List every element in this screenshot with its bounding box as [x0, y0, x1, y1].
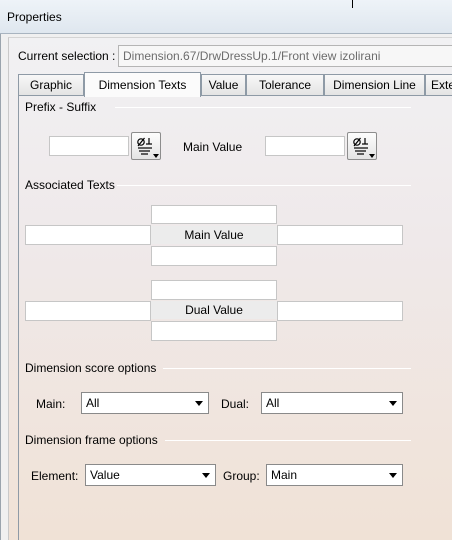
- tab-dimension-line[interactable]: Dimension Line: [324, 74, 425, 96]
- current-selection-label: Current selection :: [18, 49, 116, 63]
- associated-texts-heading: Associated Texts: [25, 178, 115, 192]
- main-value-center-label: Main Value: [151, 226, 277, 244]
- main-value-before-text[interactable]: [25, 225, 151, 245]
- suffix-symbol-button[interactable]: [347, 132, 377, 160]
- main-value-lower-text[interactable]: [151, 246, 277, 266]
- frame-group-label: Group:: [223, 469, 260, 483]
- score-main-label: Main:: [36, 397, 66, 411]
- dimension-texts-panel: Prefix - Suffix Main Value Associated Te…: [18, 96, 452, 540]
- tab-tolerance[interactable]: Tolerance: [246, 74, 324, 96]
- score-options-separator: [163, 368, 411, 369]
- frame-element-value: Value: [90, 468, 120, 482]
- dual-value-center-label: Dual Value: [151, 301, 277, 319]
- tab-graphic[interactable]: Graphic: [18, 74, 84, 96]
- score-dual-label: Dual:: [221, 397, 250, 411]
- chevron-down-icon: [389, 473, 397, 478]
- prefix-field[interactable]: [49, 136, 129, 156]
- dialog-content: Current selection : Dimension.67/DrwDres…: [8, 37, 452, 540]
- insert-symbol-icon: [137, 137, 159, 158]
- frame-options-heading: Dimension frame options: [25, 433, 158, 447]
- window-title: Properties: [7, 10, 62, 24]
- tab-value[interactable]: Value: [201, 74, 246, 96]
- prefix-suffix-heading: Prefix - Suffix: [25, 100, 97, 114]
- score-dual-value: All: [266, 396, 280, 410]
- dual-value-upper-text[interactable]: [151, 280, 277, 300]
- prefix-main-value-label: Main Value: [183, 140, 243, 154]
- dual-value-after-text[interactable]: [277, 301, 403, 321]
- tab-extension-lines[interactable]: Exte: [425, 74, 452, 96]
- cursor-mark: [352, 0, 353, 8]
- frame-element-label: Element:: [31, 469, 79, 483]
- score-dual-combo[interactable]: All: [261, 392, 403, 414]
- suffix-field[interactable]: [265, 136, 345, 156]
- frame-group-value: Main: [271, 468, 298, 482]
- score-main-combo[interactable]: All: [81, 392, 209, 414]
- chevron-down-icon: [389, 401, 397, 406]
- dual-value-lower-text[interactable]: [151, 321, 277, 341]
- insert-symbol-icon: [353, 137, 375, 158]
- frame-group-combo[interactable]: Main: [266, 464, 403, 486]
- main-value-upper-text[interactable]: [151, 205, 277, 224]
- frame-options-separator: [165, 440, 411, 441]
- associated-texts-separator: [117, 185, 411, 186]
- frame-element-combo[interactable]: Value: [85, 464, 216, 486]
- chevron-down-icon: [195, 401, 203, 406]
- main-value-after-text[interactable]: [277, 225, 403, 245]
- dual-value-before-text[interactable]: [25, 301, 151, 321]
- prefix-symbol-button[interactable]: [131, 132, 161, 160]
- tab-dimension-texts[interactable]: Dimension Texts: [84, 72, 201, 97]
- dialog-frame: Current selection : Dimension.67/DrwDres…: [0, 34, 452, 540]
- score-main-value: All: [86, 396, 100, 410]
- chevron-down-icon: [202, 473, 210, 478]
- prefix-suffix-separator: [115, 107, 411, 108]
- score-options-heading: Dimension score options: [25, 361, 157, 375]
- current-selection-field[interactable]: Dimension.67/DrwDressUp.1/Front view izo…: [118, 45, 452, 67]
- title-bar: Properties: [0, 0, 452, 34]
